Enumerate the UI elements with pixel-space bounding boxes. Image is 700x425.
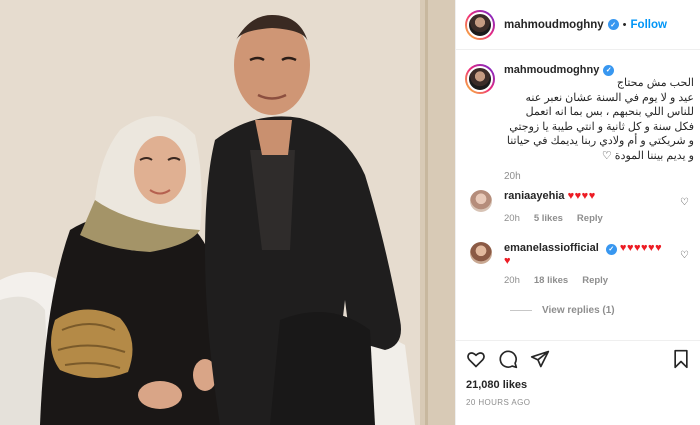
divider-line <box>510 310 532 311</box>
likes-count[interactable]: 21,080 likes <box>466 379 691 391</box>
commenter-avatar[interactable] <box>470 190 492 212</box>
caption-time[interactable]: 20h <box>504 171 694 182</box>
reply-button[interactable]: Reply <box>577 213 603 224</box>
instagram-post: mahmoudmoghny ✓ • Follow mahmoudmoghny ✓… <box>0 0 700 425</box>
caption-text: الحب مش محتاج عيد و لا يوم في السنة عشان… <box>506 77 694 162</box>
follow-button[interactable]: Follow <box>631 19 667 31</box>
comment-like-heart-icon[interactable]: ♡ <box>680 197 690 208</box>
bookmark-icon[interactable] <box>671 349 691 369</box>
post-photo[interactable] <box>0 0 455 425</box>
comment-icon[interactable] <box>498 349 518 369</box>
comment-likes[interactable]: 5 likes <box>534 213 563 224</box>
comment-item: emanelassiofficial ✓ ♥♥♥♥♥♥ ♥ 20h 18 lik… <box>465 242 695 286</box>
verified-badge-icon: ✓ <box>605 243 617 255</box>
comment-like-heart-icon[interactable]: ♡ <box>680 250 690 261</box>
heart-outline-icon[interactable] <box>466 349 486 369</box>
separator-dot: • <box>622 18 627 31</box>
share-icon[interactable] <box>530 349 550 369</box>
comment-text: ♥♥♥♥ <box>567 190 596 202</box>
caption-author-avatar[interactable] <box>465 64 495 94</box>
comment-text: ♥♥♥♥♥♥ <box>619 242 663 254</box>
reply-button[interactable]: Reply <box>582 275 608 286</box>
commenter-avatar[interactable] <box>470 242 492 264</box>
author-username[interactable]: mahmoudmoghny <box>504 19 604 31</box>
post-actions: 21,080 likes 20 HOURS AGO <box>456 340 700 425</box>
comment-username[interactable]: emanelassiofficial <box>504 242 599 254</box>
post-header: mahmoudmoghny ✓ • Follow <box>456 0 700 50</box>
caption-username[interactable]: mahmoudmoghny <box>504 64 599 76</box>
post-timestamp[interactable]: 20 HOURS AGO <box>466 398 691 407</box>
author-avatar[interactable] <box>465 9 495 40</box>
view-replies-button[interactable]: View replies (1) <box>510 305 615 316</box>
post-sidebar: mahmoudmoghny ✓ • Follow mahmoudmoghny ✓… <box>455 0 700 425</box>
comment-meta: 20h 18 likes Reply <box>504 275 674 286</box>
comment-meta: 20h 5 likes Reply <box>504 213 674 224</box>
caption: mahmoudmoghny ✓ الحب مش محتاج عيد و لا ي… <box>465 64 695 182</box>
comment-username[interactable]: raniaayehia <box>504 190 565 202</box>
comment-likes[interactable]: 18 likes <box>534 275 568 286</box>
comment-time[interactable]: 20h <box>504 213 520 224</box>
view-replies-label: View replies (1) <box>542 305 615 316</box>
comment-text-continued: ♥ <box>504 254 512 267</box>
verified-badge-icon: ✓ <box>607 19 619 30</box>
verified-badge-icon: ✓ <box>603 64 615 76</box>
comment-item: raniaayehia ♥♥♥♥ 20h 5 likes Reply <box>465 190 695 224</box>
photo-illustration <box>0 0 455 425</box>
comment-time[interactable]: 20h <box>504 275 520 286</box>
